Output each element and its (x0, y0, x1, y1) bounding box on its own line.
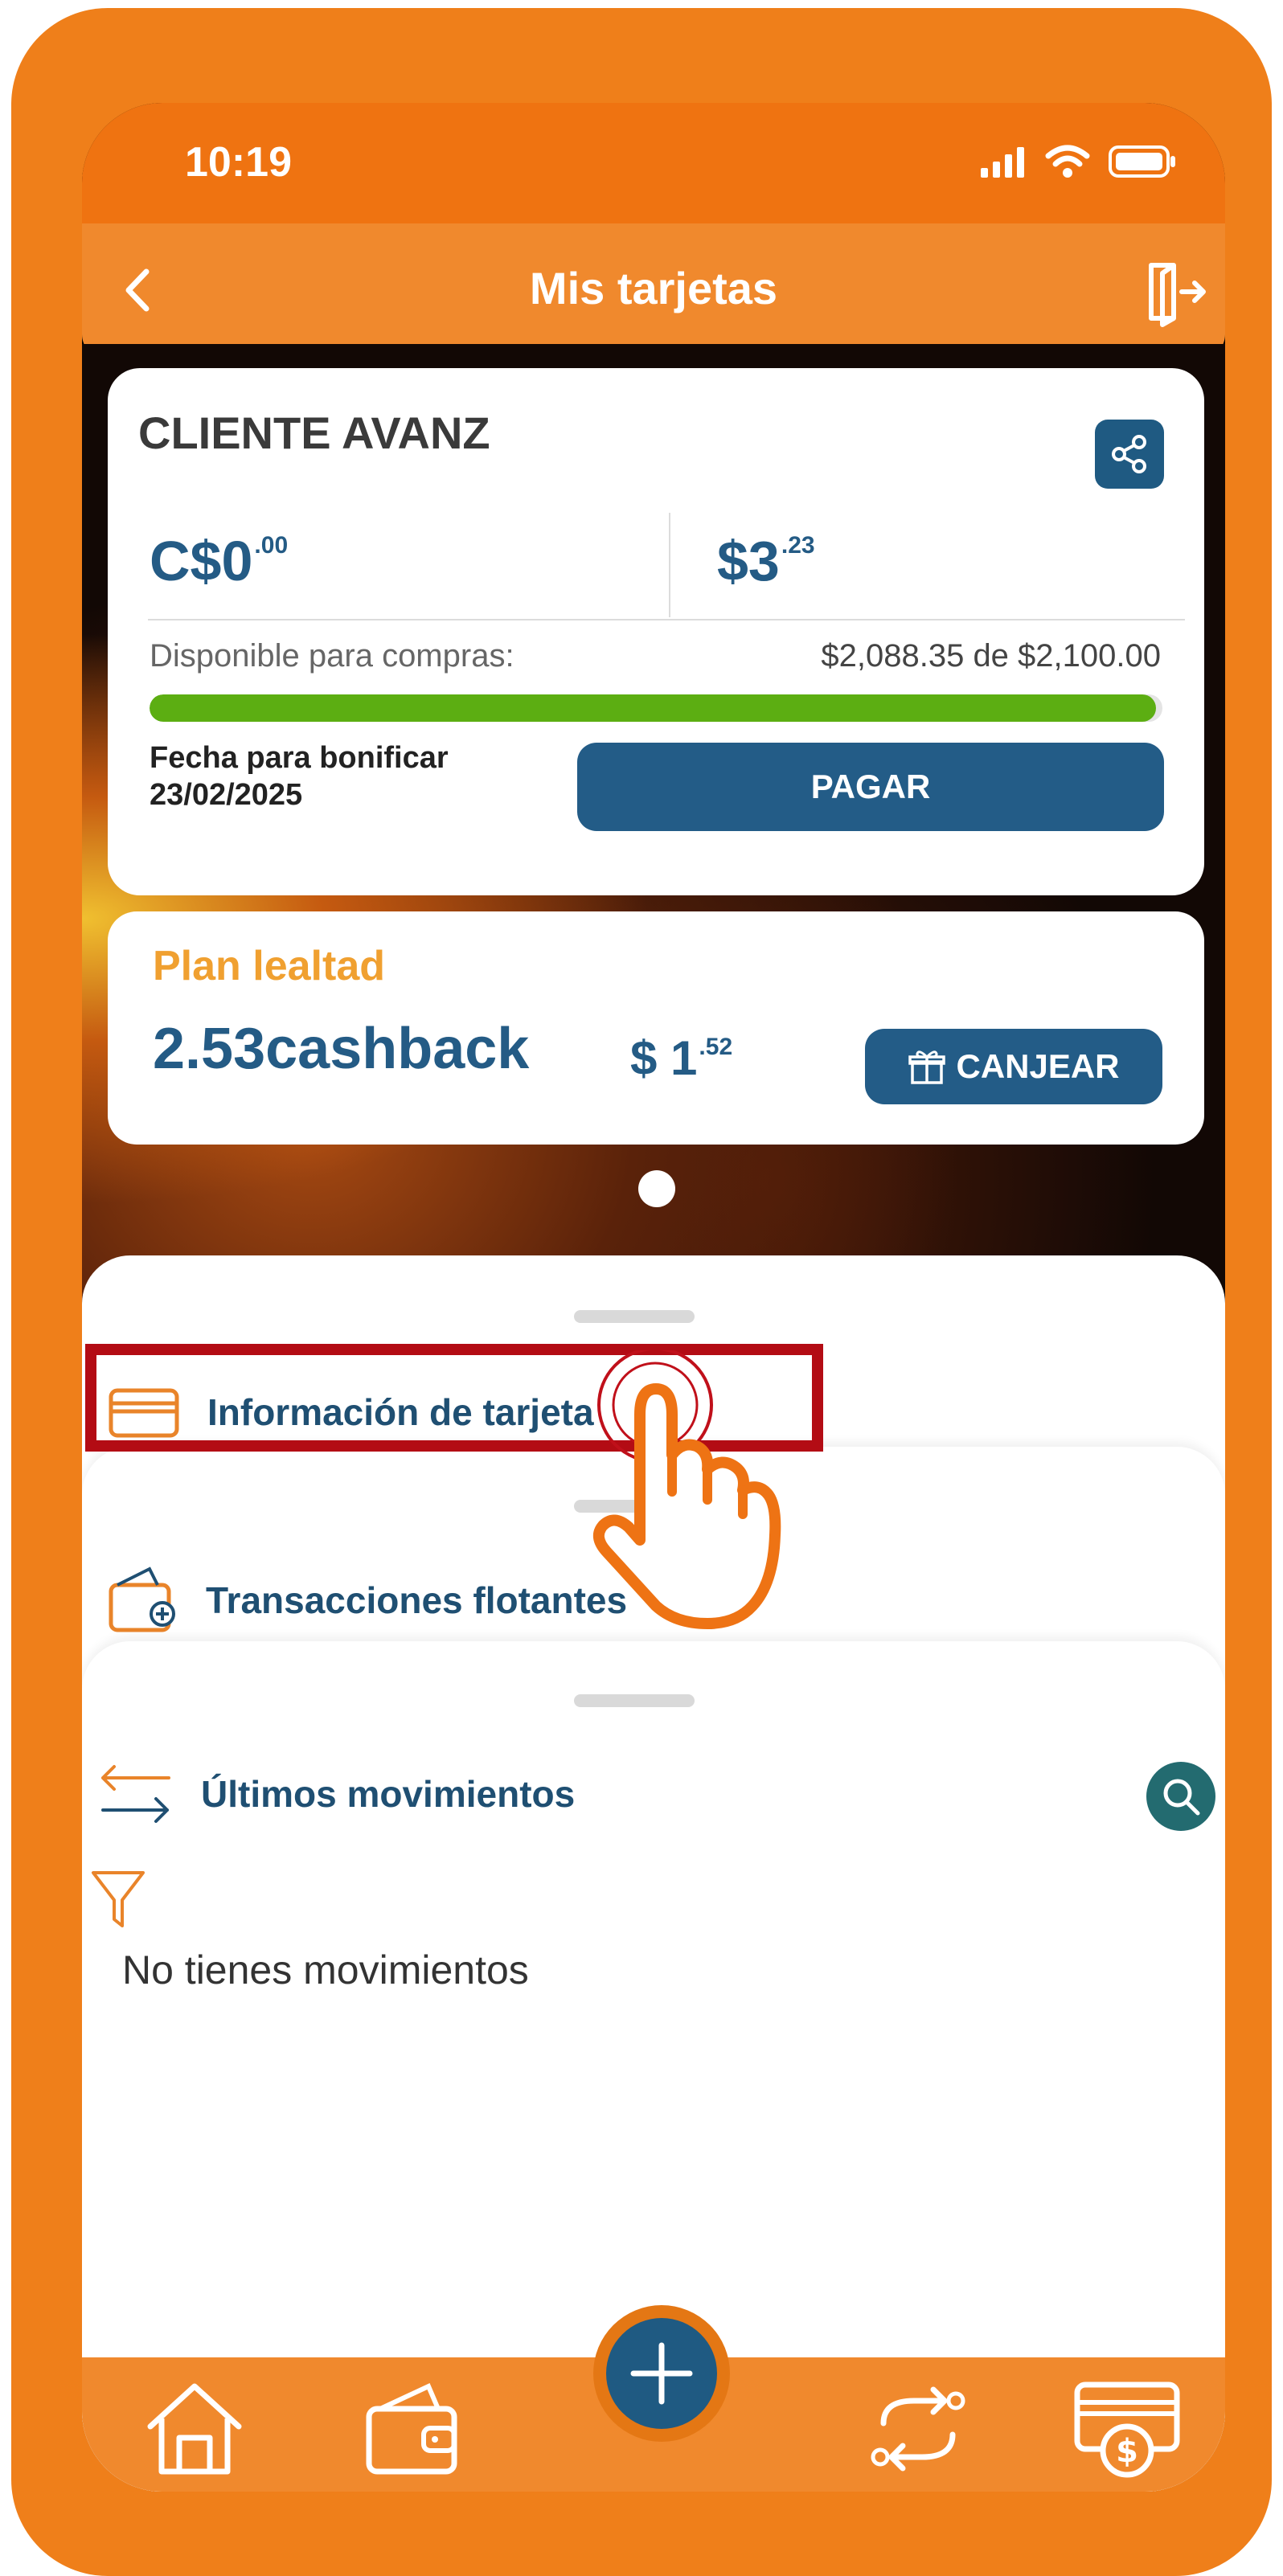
credit-card-panel[interactable]: CLIENTE AVANZ C$0.00 $3.23 Disponible pa… (108, 368, 1204, 895)
tap-hand-icon (592, 1350, 781, 1629)
loyalty-cashback: 2.53cashback (153, 1017, 530, 1081)
wallet-icon (366, 2382, 457, 2475)
available-value: $2,088.35 de $2,100.00 (821, 638, 1161, 674)
gift-icon (908, 1050, 946, 1084)
floating-transactions-row[interactable]: Transacciones flotantes (106, 1564, 627, 1636)
logout-icon[interactable] (1135, 256, 1207, 328)
add-button-inner (606, 2318, 717, 2429)
empty-movements-text: No tienes movimientos (122, 1947, 529, 1992)
redeem-label: CANJEAR (956, 1047, 1120, 1085)
balance-divider (669, 513, 670, 617)
balance-cordobas-cents: .00 (254, 532, 289, 559)
floating-transactions-label: Transacciones flotantes (206, 1579, 628, 1621)
payment-card-icon: $ (1074, 2381, 1180, 2478)
share-icon (1112, 435, 1146, 473)
bonus-date-block: Fecha para bonificar 23/02/2025 (150, 739, 449, 813)
share-button[interactable] (1095, 420, 1164, 489)
tab-wallet[interactable] (355, 2377, 468, 2481)
bonus-label: Fecha para bonificar (150, 741, 449, 775)
loyalty-amount-main: $ 1 (630, 1031, 698, 1085)
battery-icon (1109, 145, 1175, 178)
pay-button[interactable]: PAGAR (577, 743, 1164, 831)
svg-text:$: $ (1116, 2433, 1138, 2470)
loyalty-card: Plan lealtad 2.53cashback $ 1.52 CANJEAR (108, 911, 1204, 1145)
transfer-arrows-icon (101, 1765, 170, 1823)
last-movements-label: Últimos movimientos (201, 1773, 576, 1815)
sheet-grabber[interactable] (574, 1310, 695, 1323)
last-movements-row[interactable]: Últimos movimientos (96, 1762, 575, 1826)
add-button[interactable] (593, 2305, 730, 2442)
available-progress-bar (150, 694, 1162, 722)
balance-dollars-main: $3 (717, 530, 780, 592)
available-label: Disponible para compras: (150, 638, 514, 674)
filter-icon[interactable] (90, 1870, 146, 1931)
wallet-add-icon (109, 1566, 175, 1632)
card-divider (148, 619, 1185, 620)
page-title: Mis tarjetas (529, 263, 778, 313)
carousel-page-dot[interactable] (638, 1170, 675, 1207)
add-icon (630, 2342, 693, 2405)
home-icon (147, 2383, 242, 2475)
balance-cordobas: C$0.00 (150, 529, 288, 593)
loyalty-amount: $ 1.52 (630, 1030, 732, 1086)
transfer-icon (871, 2386, 965, 2472)
balance-dollars: $3.23 (717, 529, 815, 593)
phone-screen: 10:19 Mis tarjetas CLIENTE AVANZ C$0.00 … (82, 103, 1225, 2492)
redeem-button[interactable]: CANJEAR (865, 1029, 1162, 1104)
loyalty-amount-cents: .52 (699, 1034, 733, 1060)
available-progress-fill (150, 694, 1157, 722)
sheet-grabber-3[interactable] (574, 1694, 695, 1707)
signal-icon (981, 147, 1024, 178)
status-time: 10:19 (185, 139, 292, 186)
status-bar: 10:19 (82, 103, 1225, 223)
tab-payments[interactable]: $ (1071, 2377, 1183, 2481)
top-nav-bar: Mis tarjetas (82, 223, 1225, 358)
client-name: CLIENTE AVANZ (138, 407, 490, 458)
search-button[interactable] (1146, 1762, 1215, 1831)
tab-home[interactable] (138, 2377, 251, 2481)
tab-transfer[interactable] (862, 2377, 974, 2481)
balance-cordobas-main: C$0 (150, 530, 253, 592)
balance-dollars-cents: .23 (781, 532, 815, 559)
loyalty-title: Plan lealtad (153, 943, 385, 989)
status-icons (979, 145, 1177, 178)
wifi-icon (1045, 145, 1090, 178)
bonus-date: 23/02/2025 (150, 778, 303, 812)
search-icon (1163, 1779, 1200, 1816)
